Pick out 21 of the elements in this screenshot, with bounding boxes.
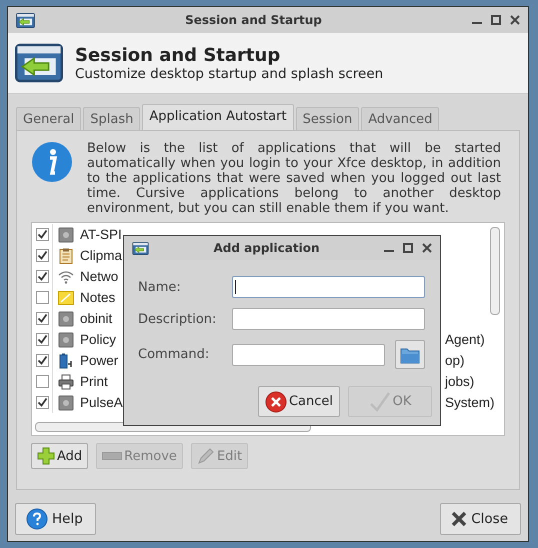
header-title: Session and Startup — [75, 44, 282, 66]
window-title: Session and Startup — [184, 13, 323, 27]
app-name: op) — [445, 353, 465, 368]
app-name: System) — [445, 395, 495, 410]
info-text: Below is the list of applications that will be started automatically when you login to your Xfce desktop, in addition to the applications that were saved when you logged out last time. Cursive applications belong to another desktop environment, but you can still enable them if you want. — [87, 141, 502, 216]
field-label: Command: — [138, 347, 210, 362]
app-name: obinit — [80, 311, 112, 326]
app-name: Policy — [80, 332, 116, 347]
app-name: Print — [80, 374, 108, 389]
app-name: Agent) — [445, 332, 485, 347]
app-name: Power — [80, 353, 118, 368]
field-label: Description: — [138, 312, 216, 326]
app-name: Netwo — [80, 269, 118, 284]
dialog-title: Add application — [212, 241, 320, 255]
app-name: Clipma — [80, 248, 122, 263]
app-name: jobs) — [445, 374, 474, 389]
field-label: Name: — [138, 280, 182, 294]
app-name: PulseA — [80, 395, 123, 410]
app-name: AT-SPI — [80, 227, 122, 242]
header-subtitle: Customize desktop startup and splash screen — [75, 66, 384, 82]
app-name: Notes — [80, 290, 116, 305]
